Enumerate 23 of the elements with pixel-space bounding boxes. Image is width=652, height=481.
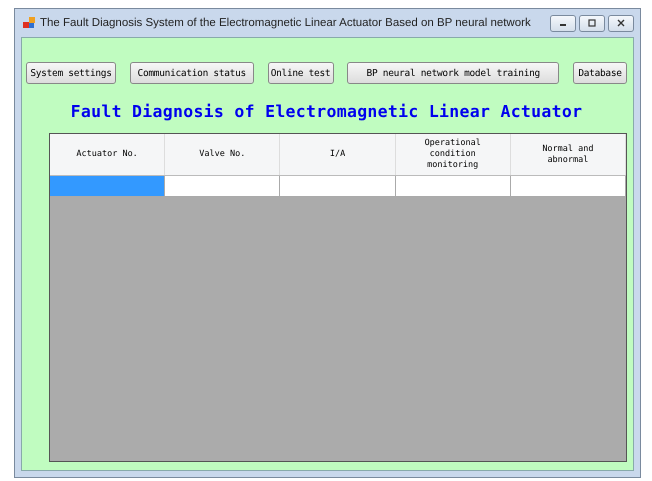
table-cell[interactable] bbox=[396, 176, 511, 197]
close-button[interactable] bbox=[608, 14, 634, 32]
toolbar-button[interactable]: Database bbox=[573, 62, 627, 84]
column-header[interactable]: Actuator No. bbox=[50, 134, 166, 175]
table-cell[interactable] bbox=[165, 176, 280, 197]
window-title: The Fault Diagnosis System of the Electromagnetic Linear Actuator Based on BP neural network bbox=[40, 17, 531, 29]
maximize-icon bbox=[587, 19, 597, 27]
table-cell[interactable] bbox=[510, 176, 626, 197]
app-icon bbox=[23, 17, 35, 29]
table-cell[interactable] bbox=[280, 176, 396, 197]
column-header[interactable]: Valve No. bbox=[165, 134, 280, 175]
column-header[interactable]: Normal and abnormal bbox=[510, 134, 626, 175]
toolbar-button[interactable]: System settings bbox=[26, 62, 116, 84]
page-heading: Fault Diagnosis of Electromagnetic Linear Actuator bbox=[70, 102, 584, 121]
minimize-button[interactable] bbox=[550, 14, 576, 32]
column-header[interactable]: Operational condition monitoring bbox=[396, 134, 511, 175]
toolbar-button[interactable]: Communication status bbox=[130, 62, 254, 84]
toolbar-button[interactable]: BP neural network model training bbox=[347, 62, 560, 84]
close-icon bbox=[616, 19, 626, 27]
column-header[interactable]: I/A bbox=[280, 134, 396, 175]
table-cell[interactable] bbox=[50, 176, 166, 197]
maximize-button[interactable] bbox=[579, 14, 605, 32]
toolbar-button[interactable]: Online test bbox=[268, 62, 334, 84]
